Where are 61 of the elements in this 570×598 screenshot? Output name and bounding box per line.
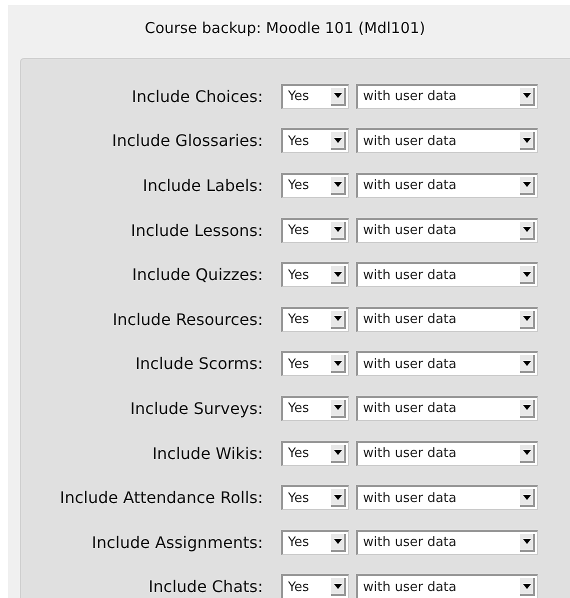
dropdown-arrow-icon (522, 494, 530, 500)
user-data-dropdown[interactable]: with user data (356, 172, 538, 198)
include-dropdown[interactable]: Yes (281, 218, 349, 243)
option-label: Include Labels: (142, 176, 263, 195)
dropdown-arrow-icon (334, 227, 342, 232)
user-data-dropdown[interactable]: with user data (356, 218, 538, 243)
option-label: Include Resources: (112, 310, 263, 329)
dropdown-arrow-icon (522, 450, 530, 456)
user-data-dropdown[interactable]: with user data (356, 574, 538, 598)
dropdown-arrow-icon (522, 584, 530, 589)
user-data-dropdown[interactable]: with user data (356, 440, 538, 466)
include-dropdown[interactable]: Yes (281, 306, 349, 332)
dropdown-arrow-icon (334, 360, 342, 366)
dropdown-arrow-icon (334, 272, 342, 277)
include-dropdown[interactable]: Yes (281, 128, 349, 154)
dropdown-arrow-icon (334, 450, 342, 456)
dropdown-arrow-icon (522, 93, 530, 98)
dropdown-arrow-icon (334, 494, 342, 500)
dropdown-arrow-icon (522, 316, 530, 322)
option-label: Include Surveys: (129, 398, 263, 418)
dropdown-arrow-icon (334, 539, 342, 544)
dropdown-arrow-icon (334, 584, 342, 589)
option-label: Include Assignments: (90, 532, 263, 552)
include-dropdown[interactable]: Yes (281, 530, 349, 555)
include-dropdown[interactable]: Yes (281, 84, 349, 109)
option-label: Include Glossaries: (110, 131, 263, 150)
dropdown-arrow-icon (522, 539, 530, 544)
option-label: Include Attendance Rolls: (58, 488, 263, 508)
include-dropdown[interactable]: Yes (281, 351, 349, 376)
dropdown-arrow-icon (522, 272, 530, 277)
include-dropdown[interactable]: Yes (281, 485, 349, 510)
dropdown-arrow-icon (522, 405, 530, 410)
page-title: Course backup: Moodle 101 (Mdl101) (144, 19, 426, 37)
dropdown-arrow-icon (522, 227, 530, 232)
include-dropdown[interactable]: Yes (281, 574, 349, 598)
option-label: Include Chats: (148, 577, 263, 596)
include-dropdown[interactable]: Yes (281, 440, 349, 466)
dropdown-arrow-icon (334, 405, 342, 410)
option-label: Include Choices: (130, 86, 263, 106)
dropdown-arrow-icon (522, 138, 530, 143)
user-data-dropdown[interactable]: with user data (356, 351, 538, 376)
user-data-dropdown[interactable]: with user data (356, 485, 538, 510)
include-dropdown[interactable]: Yes (281, 262, 349, 288)
user-data-dropdown[interactable]: with user data (356, 262, 538, 288)
user-data-dropdown[interactable]: with user data (356, 306, 538, 332)
include-dropdown[interactable]: Yes (281, 396, 349, 421)
user-data-dropdown[interactable]: with user data (356, 84, 538, 109)
dropdown-arrow-icon (522, 182, 530, 188)
option-label: Include Lessons: (130, 220, 263, 240)
option-label: Include Quizzes: (131, 265, 263, 284)
dropdown-arrow-icon (522, 360, 530, 366)
option-label: Include Wikis: (151, 444, 263, 463)
user-data-dropdown[interactable]: with user data (356, 128, 538, 154)
dropdown-arrow-icon (334, 138, 342, 143)
option-label: Include Scorms: (134, 354, 263, 374)
dropdown-arrow-icon (334, 316, 342, 322)
include-dropdown[interactable]: Yes (281, 172, 349, 198)
user-data-dropdown[interactable]: with user data (356, 396, 538, 421)
dropdown-arrow-icon (334, 93, 342, 98)
user-data-dropdown[interactable]: with user data (356, 530, 538, 555)
dropdown-arrow-icon (334, 182, 342, 188)
